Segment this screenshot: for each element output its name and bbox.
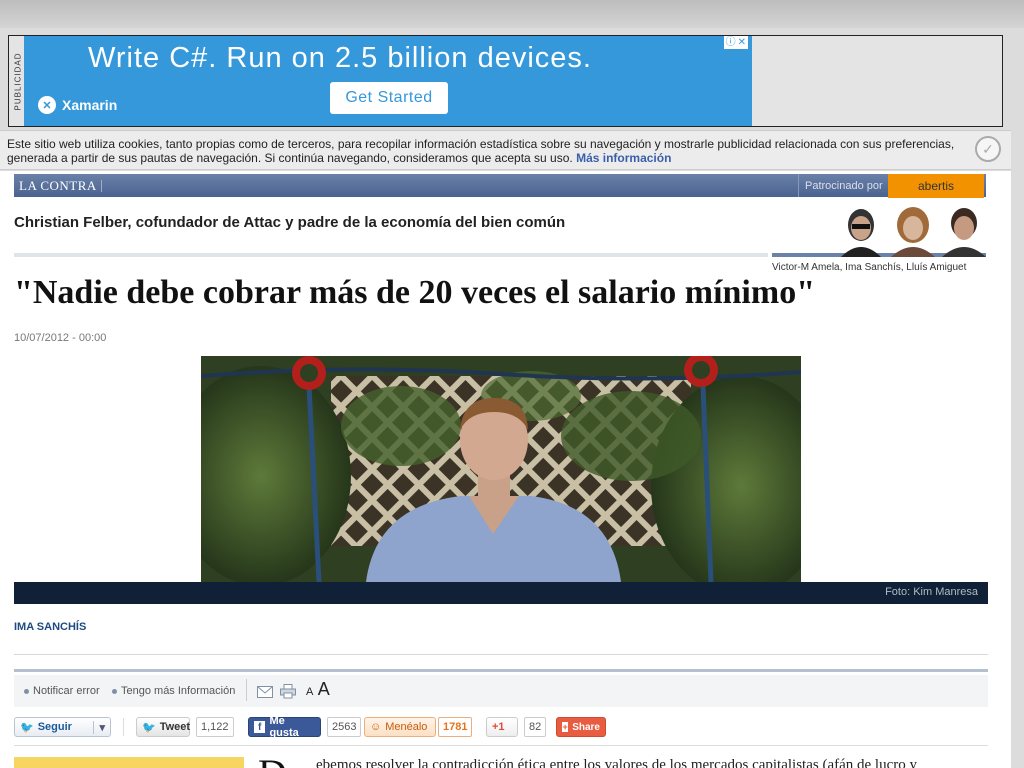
- sponsor-logo[interactable]: abertis: [888, 174, 984, 198]
- section-name[interactable]: LA CONTRA: [19, 178, 97, 194]
- xamarin-logo-icon: ✕: [38, 96, 56, 114]
- cookie-message: Este sitio web utiliza cookies, tanto pr…: [7, 137, 955, 165]
- tweet-count: 1,122: [196, 717, 234, 737]
- tools-divider: [246, 679, 247, 701]
- like-label: Me gusta: [269, 715, 299, 739]
- article-page: LA CONTRA Patrocinado por abertis Christ…: [0, 171, 1011, 768]
- share-label: Share: [572, 721, 600, 733]
- facebook-like-button[interactable]: f Me gusta: [248, 715, 321, 739]
- google-plus-button[interactable]: +1: [486, 717, 518, 737]
- cookie-notice: Este sitio web utiliza cookies, tanto pr…: [0, 130, 1011, 170]
- share-button[interactable]: + Share: [556, 717, 606, 737]
- author-head-sanchis: [891, 207, 935, 257]
- twitter-bird-icon: 🐦: [142, 721, 156, 734]
- chevron-down-icon[interactable]: ▾: [93, 720, 105, 734]
- ad-choices[interactable]: ⓘ ✕: [723, 36, 748, 49]
- report-error-label: Notificar error: [33, 685, 100, 697]
- bullet-icon: [24, 688, 29, 694]
- related-box: [14, 757, 244, 768]
- article-body-first-line: ebemos resolver la contradicción ética e…: [316, 757, 918, 768]
- byline-rule: [14, 654, 988, 655]
- social-bottom-rule: [14, 745, 988, 746]
- article-tools: Notificar error Tengo más Información A …: [14, 675, 988, 707]
- tweet-button[interactable]: 🐦 Tweet: [136, 717, 190, 737]
- social-bar: 🐦 Seguir ▾ 🐦 Tweet 1,122 f Me gusta 2563…: [14, 714, 988, 744]
- cookie-accept-check-icon[interactable]: ✓: [975, 136, 1001, 162]
- follow-label: Seguir: [37, 721, 72, 733]
- ad-frame: PUBLICIDAD Write C#. Run on 2.5 billion …: [8, 35, 1003, 127]
- twitter-bird-icon: 🐦: [20, 721, 34, 734]
- page-scrollbar[interactable]: [1011, 28, 1024, 768]
- photo-caption-bar: Foto: Kim Manresa: [14, 582, 988, 604]
- browser-top-bar: [0, 0, 1024, 28]
- cookie-more-info-link[interactable]: Más información: [576, 151, 671, 165]
- tools-top-rule: [14, 669, 988, 672]
- cookie-text: Este sitio web utiliza cookies, tanto pr…: [7, 137, 957, 165]
- more-info-label: Tengo más Información: [121, 685, 236, 697]
- tweet-label: Tweet: [159, 721, 191, 733]
- article-headline: "Nadie debe cobrar más de 20 veces el sa…: [14, 274, 816, 311]
- facebook-icon: f: [254, 721, 266, 733]
- font-decrease-button[interactable]: A: [306, 686, 313, 698]
- sponsored-label: Patrocinado por: [798, 174, 888, 197]
- author-head-amela: [841, 209, 881, 257]
- photo-credit: Foto: Kim Manresa: [885, 586, 978, 598]
- author-head-amiguet: [942, 208, 986, 257]
- authors-photo: [841, 207, 986, 257]
- section-divider-rule: [14, 253, 768, 257]
- meneame-label: Menéalo: [385, 721, 428, 733]
- article-date: 10/07/2012 - 00:00: [14, 332, 107, 344]
- article-byline[interactable]: IMA SANCHÍS: [14, 621, 86, 633]
- like-count: 2563: [327, 717, 362, 737]
- ad-info-icon[interactable]: ⓘ: [726, 37, 736, 48]
- section-bar: LA CONTRA Patrocinado por abertis: [14, 174, 986, 198]
- report-error-link[interactable]: Notificar error: [24, 685, 100, 697]
- meneame-button[interactable]: ☺ Menéalo: [364, 717, 436, 737]
- bullet-icon: [112, 688, 117, 694]
- section-title: Christian Felber, cofundador de Attac y …: [14, 214, 566, 231]
- google-plus-icon: +1: [492, 721, 505, 733]
- ad-brand-name: Xamarin: [62, 97, 118, 113]
- article-photo[interactable]: [201, 356, 801, 582]
- ad-brand: ✕ Xamarin: [38, 96, 117, 114]
- font-size-controls: A A: [306, 679, 330, 700]
- section-divider: [101, 180, 102, 192]
- share-plus-icon: +: [562, 722, 569, 732]
- email-icon[interactable]: [257, 686, 273, 698]
- meneame-icon: ☺: [370, 721, 382, 733]
- ad-headline: Write C#. Run on 2.5 billion devices.: [88, 42, 592, 74]
- authors-names[interactable]: Victor-M Amela, Ima Sanchís, Lluís Amigu…: [772, 262, 986, 273]
- follow-twitter-button[interactable]: 🐦 Seguir ▾: [14, 717, 111, 737]
- ad-side-label: PUBLICIDAD: [13, 51, 23, 111]
- meneame-count: 1781: [438, 717, 473, 737]
- get-started-button[interactable]: Get Started: [330, 82, 448, 114]
- ad-close-icon[interactable]: ✕: [738, 37, 746, 48]
- gplus-count: 82: [524, 717, 547, 737]
- more-info-link[interactable]: Tengo más Información: [112, 685, 235, 697]
- print-icon[interactable]: [280, 684, 296, 699]
- font-increase-button[interactable]: A: [318, 679, 330, 699]
- ad-banner[interactable]: Write C#. Run on 2.5 billion devices. ✕ …: [24, 36, 752, 126]
- article-dropcap: D: [258, 754, 287, 768]
- social-divider: [123, 718, 124, 736]
